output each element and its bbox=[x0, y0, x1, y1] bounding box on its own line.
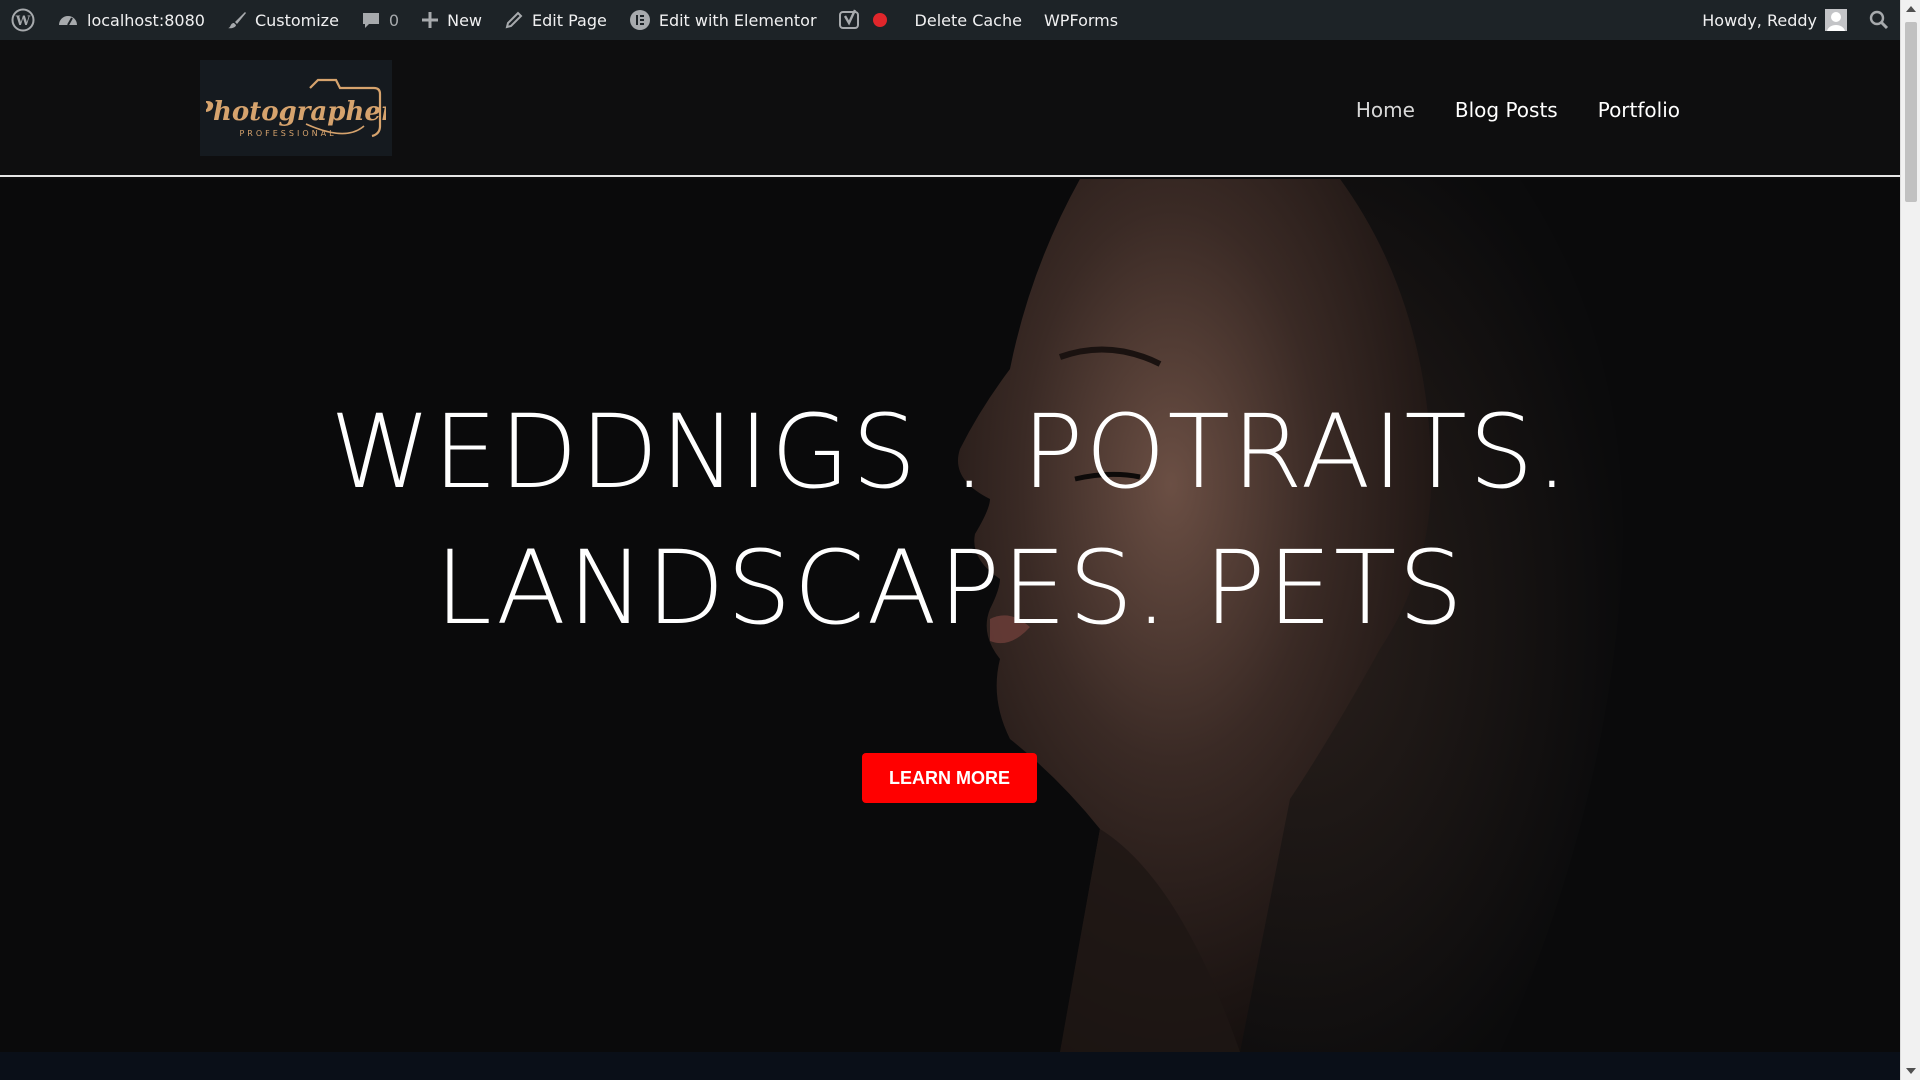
delete-cache-label: Delete Cache bbox=[914, 10, 1022, 30]
avatar bbox=[1825, 9, 1847, 31]
nav-portfolio[interactable]: Portfolio bbox=[1598, 98, 1680, 122]
elementor-icon bbox=[629, 9, 651, 31]
logo-graphic: Photographer PROFESSIONAL bbox=[206, 78, 386, 138]
plus-icon bbox=[421, 11, 439, 29]
main-nav: Home Blog Posts Portfolio bbox=[1356, 98, 1680, 122]
wordpress-menu[interactable]: W bbox=[0, 0, 46, 40]
howdy-label: Howdy, Reddy bbox=[1702, 10, 1817, 30]
site-name-label: localhost:8080 bbox=[87, 10, 205, 30]
site-logo[interactable]: Photographer PROFESSIONAL bbox=[200, 60, 392, 156]
site-name-link[interactable]: localhost:8080 bbox=[46, 0, 216, 40]
next-section-edge bbox=[0, 1052, 1900, 1080]
hero-title-line-1: WEDDNIGS . POTRAITS. bbox=[330, 393, 1570, 512]
scroll-down-arrow-icon[interactable] bbox=[1906, 1068, 1916, 1074]
scroll-up-arrow-icon[interactable] bbox=[1906, 6, 1916, 12]
svg-text:W: W bbox=[15, 14, 31, 29]
logo-subtext: PROFESSIONAL bbox=[239, 129, 336, 138]
comments-count: 0 bbox=[388, 10, 400, 30]
pencil-icon bbox=[504, 10, 524, 30]
page: Photographer PROFESSIONAL Home Blog Post… bbox=[0, 40, 1900, 1080]
edit-elementor-link[interactable]: Edit with Elementor bbox=[618, 0, 828, 40]
dashboard-icon bbox=[57, 9, 79, 31]
yoast-icon bbox=[838, 9, 861, 31]
edit-page-link[interactable]: Edit Page bbox=[493, 0, 618, 40]
logo-text: Photographer bbox=[206, 97, 386, 127]
customize-label: Customize bbox=[254, 10, 339, 30]
customize-link[interactable]: Customize bbox=[216, 0, 350, 40]
learn-more-button[interactable]: LEARN MORE bbox=[862, 753, 1037, 803]
scrollbar-thumb[interactable] bbox=[1905, 22, 1917, 202]
status-dot-icon bbox=[872, 13, 887, 27]
hero-title-line-2: LANDSCAPES. PETS bbox=[434, 529, 1466, 648]
wpforms-link[interactable]: WPForms bbox=[1033, 0, 1129, 40]
search-icon bbox=[1869, 10, 1889, 30]
new-content-link[interactable]: New bbox=[410, 0, 493, 40]
nav-home[interactable]: Home bbox=[1356, 98, 1415, 122]
yoast-seo-menu[interactable] bbox=[828, 0, 898, 40]
edit-page-label: Edit Page bbox=[532, 10, 607, 30]
site-header: Photographer PROFESSIONAL Home Blog Post… bbox=[0, 40, 1900, 177]
wordpress-icon: W bbox=[11, 8, 35, 32]
account-menu[interactable]: Howdy, Reddy bbox=[1691, 0, 1858, 40]
hero-section: WEDDNIGS . POTRAITS. LANDSCAPES. PETS LE… bbox=[0, 179, 1900, 1052]
wpforms-label: WPForms bbox=[1043, 10, 1119, 30]
brush-icon bbox=[227, 10, 247, 30]
wp-admin-bar: W localhost:8080 Customize 0 New Edit Pa… bbox=[0, 0, 1900, 40]
edit-elementor-label: Edit with Elementor bbox=[658, 10, 817, 30]
nav-blog-posts[interactable]: Blog Posts bbox=[1455, 98, 1558, 122]
page-scrollbar[interactable] bbox=[1900, 0, 1920, 1080]
admin-search[interactable] bbox=[1858, 0, 1900, 40]
comments-link[interactable]: 0 bbox=[350, 0, 410, 40]
delete-cache-link[interactable]: Delete Cache bbox=[904, 0, 1033, 40]
comment-icon bbox=[361, 10, 381, 30]
new-label: New bbox=[447, 10, 483, 30]
